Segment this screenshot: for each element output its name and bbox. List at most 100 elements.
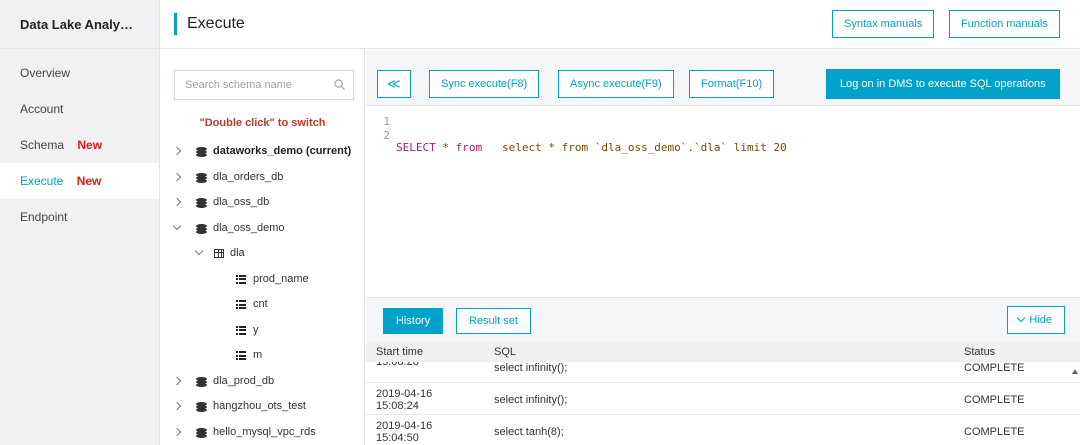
- column-icon: [236, 351, 246, 360]
- start-time-cell: 2019-04-16 15:04:50: [376, 420, 456, 444]
- tree-column-m[interactable]: m: [160, 343, 365, 369]
- column-icon: [236, 325, 246, 335]
- tab-result-set[interactable]: Result set: [456, 308, 531, 334]
- editor-toolbar: ≪ Sync execute(F8) Async execute(F9) For…: [366, 50, 1080, 106]
- scroll-up-icon[interactable]: [1072, 369, 1078, 374]
- status-cell: COMPLETE: [964, 426, 1025, 438]
- sql-editor[interactable]: 1 2 SELECT * from select * from `dla_oss…: [366, 107, 1080, 297]
- app-root: Data Lake Analy… Overview Account Schema…: [0, 0, 1080, 445]
- tree-label: cnt: [253, 298, 268, 310]
- code-line: SELECT * from select * from `dla_oss_dem…: [396, 141, 787, 155]
- hide-label: Hide: [1029, 314, 1052, 326]
- nav-item-label: Overview: [20, 66, 71, 80]
- schema-search-input[interactable]: [175, 71, 325, 99]
- tree-db-dla-oss-demo[interactable]: dla_oss_demo: [160, 216, 365, 242]
- nav-item-execute[interactable]: Execute New: [0, 163, 159, 199]
- start-time-cell: 2019-04-16 15:08:24: [376, 388, 456, 412]
- result-toolbar: History Result set Hide: [366, 297, 1080, 342]
- database-icon: [196, 147, 207, 157]
- tree-db-hangzhou-ots-test[interactable]: hangzhou_ots_test: [160, 394, 365, 420]
- tree-label: hangzhou_ots_test: [213, 400, 306, 412]
- search-icon[interactable]: [334, 79, 345, 90]
- database-icon: [196, 223, 207, 234]
- format-button[interactable]: Format(F10): [689, 70, 775, 98]
- async-execute-button[interactable]: Async execute(F9): [558, 70, 674, 98]
- dms-login-button[interactable]: Log on in DMS to execute SQL operations: [826, 69, 1060, 99]
- tree-db-dla-orders-db[interactable]: dla_orders_db: [160, 165, 365, 191]
- chevron-right-icon[interactable]: [172, 401, 182, 411]
- left-nav: Data Lake Analy… Overview Account Schema…: [0, 0, 160, 445]
- status-cell: COMPLETE: [964, 394, 1025, 406]
- table-row[interactable]: 2019-04-16 15:04:50 select tanh(8); COMPL…: [366, 417, 1080, 445]
- tree-db-dla-oss-db[interactable]: dla_oss_db: [160, 190, 365, 216]
- chevron-down-icon[interactable]: [194, 246, 204, 256]
- tree-table-dla[interactable]: dla: [160, 241, 365, 267]
- database-icon: [196, 427, 207, 438]
- column-header-sql: SQL: [494, 346, 517, 358]
- new-badge: New: [77, 138, 103, 152]
- nav-item-schema[interactable]: Schema New: [0, 127, 159, 163]
- sync-execute-button[interactable]: Sync execute(F8): [429, 70, 540, 98]
- schema-panel: "Double click" to switch dataworks_demo …: [160, 50, 365, 445]
- schema-search: [174, 70, 354, 100]
- tree-label: prod_name: [253, 272, 309, 285]
- function-manuals-button[interactable]: Function manuals: [949, 10, 1060, 38]
- syntax-manuals-button[interactable]: Syntax manuals: [832, 10, 935, 38]
- nav-item-label: Execute: [20, 174, 64, 188]
- sql-text: *: [435, 141, 456, 154]
- tree-column-y[interactable]: y: [160, 318, 365, 344]
- chevron-right-icon[interactable]: [172, 172, 182, 181]
- page-header: Execute Syntax manuals Function manuals: [160, 0, 1080, 49]
- chevron-right-icon[interactable]: [172, 427, 182, 436]
- hide-button[interactable]: Hide: [1007, 306, 1065, 334]
- tree-column-prod-name[interactable]: prod_name: [160, 267, 365, 293]
- schema-tree: dataworks_demo (current) dla_orders_db d…: [160, 139, 365, 445]
- chevron-right-icon[interactable]: [172, 197, 182, 207]
- database-icon: [196, 376, 207, 387]
- sql-keyword: SELECT: [396, 141, 436, 154]
- history-table: 15:08:28 select infinity(); COMPLETE 201…: [366, 342, 1080, 445]
- sql-keyword: from: [455, 141, 483, 154]
- tree-label: y: [253, 323, 259, 336]
- tree-label: dla_prod_db: [213, 374, 275, 387]
- tree-column-cnt[interactable]: cnt: [160, 292, 365, 318]
- nav-item-label: Account: [20, 102, 64, 116]
- sql-cell: select infinity();: [494, 362, 568, 374]
- line-number: 2: [383, 129, 390, 142]
- column-icon: [236, 274, 246, 284]
- tree-label: m: [253, 349, 263, 361]
- chevron-down-icon[interactable]: [172, 221, 182, 230]
- column-header-status: Status: [964, 346, 996, 358]
- column-icon: [236, 300, 246, 309]
- new-badge: New: [76, 174, 102, 188]
- sql-text: select * from `dla_oss_demo`.`dla` limit…: [482, 141, 787, 154]
- collapse-panel-button[interactable]: ≪: [377, 70, 411, 98]
- nav-item-endpoint[interactable]: Endpoint: [0, 199, 159, 235]
- nav-item-overview[interactable]: Overview: [0, 55, 159, 91]
- sql-cell: select infinity();: [494, 394, 568, 406]
- tree-db-dataworks-demo[interactable]: dataworks_demo (current): [160, 139, 365, 165]
- status-cell: COMPLETE: [964, 362, 1025, 374]
- code-area[interactable]: SELECT * from select * from `dla_oss_dem…: [396, 115, 787, 221]
- tree-label: dataworks_demo (current): [213, 145, 352, 157]
- table-row[interactable]: 2019-04-16 15:08:24 select infinity(); CO…: [366, 385, 1080, 415]
- chevron-right-icon[interactable]: [172, 146, 182, 156]
- tree-db-hello-mysql-vpc-rds[interactable]: hello_mysql_vpc_rds: [160, 420, 365, 445]
- database-icon: [196, 172, 207, 183]
- line-number: 1: [383, 115, 390, 128]
- chevron-down-icon: [1017, 313, 1026, 323]
- database-icon: [196, 198, 207, 208]
- tab-history[interactable]: History: [383, 308, 444, 334]
- tree-db-dla-prod-db[interactable]: dla_prod_db: [160, 369, 365, 395]
- chevron-right-icon[interactable]: [172, 376, 182, 385]
- start-time: 15:08:24: [376, 400, 419, 412]
- product-title: Data Lake Analy…: [0, 0, 159, 49]
- switch-hint: "Double click" to switch: [199, 117, 326, 129]
- start-time: 15:04:50: [376, 432, 419, 444]
- line-gutter: 1 2: [366, 115, 390, 143]
- nav-item-account[interactable]: Account: [0, 91, 159, 127]
- tree-label: hello_mysql_vpc_rds: [213, 425, 316, 438]
- tree-label: dla_oss_demo: [213, 221, 285, 234]
- nav-item-label: Schema: [20, 138, 65, 152]
- page-title: Execute: [174, 13, 245, 35]
